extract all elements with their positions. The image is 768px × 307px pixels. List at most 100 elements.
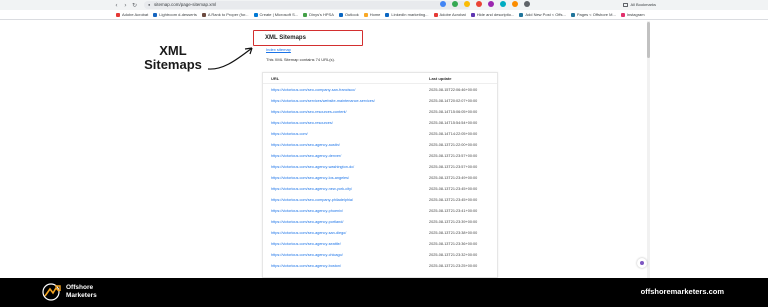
extension-icons: [440, 1, 530, 7]
sitemap-summary: This XML Sitemap contains 74 URL(s).: [266, 57, 335, 62]
address-bar[interactable]: ● sitemap.com/page-sitemap.xml: [144, 1, 470, 9]
bookmark-item[interactable]: Adobe Acrobat: [116, 12, 148, 17]
row-url-link[interactable]: https://victorious.com/seo-agency-seattl…: [263, 242, 423, 246]
row-url-link[interactable]: https://victorious.com/seo-agency-austin…: [263, 143, 423, 147]
extension-icon[interactable]: [452, 1, 458, 7]
extension-icon[interactable]: [500, 1, 506, 7]
row-last-update: 2025-08-13T21:23:32+00:00: [429, 252, 478, 257]
row-url-link[interactable]: https://victorious.com/seo-agency-washin…: [263, 165, 423, 169]
bookmark-label: Instagram: [626, 12, 645, 17]
extension-icon[interactable]: [524, 1, 530, 7]
bookmark-item[interactable]: Instagram: [620, 12, 645, 17]
bookmark-favicon-icon: [433, 12, 438, 17]
extension-icon[interactable]: [476, 1, 482, 7]
brand-line-2: Marketers: [66, 292, 97, 299]
bookmark-favicon-icon: [363, 12, 368, 17]
row-url-link[interactable]: https://victorious.com/seo-company-san-f…: [263, 88, 423, 92]
bookmark-item[interactable]: Lightroom d-desserts: [153, 12, 197, 17]
bookmark-item[interactable]: LinkedIn marketing...: [385, 12, 429, 17]
row-url-link[interactable]: https://victorious.com/seo-agency-new-yo…: [263, 187, 423, 191]
bookmark-item[interactable]: Adobe Acrobat: [433, 12, 466, 17]
bookmark-label: A Rank to Proper (for...: [207, 12, 249, 17]
folder-icon: [623, 2, 629, 7]
assistant-button[interactable]: [637, 258, 647, 268]
row-url-link[interactable]: https://victorious.com/services/website-…: [263, 99, 423, 103]
bookmark-item[interactable]: Home: [363, 12, 381, 17]
table-row: https://victorious.com/seo-agency-austin…: [263, 139, 497, 150]
row-url-link[interactable]: https://victorious.com/seo-agency-chicag…: [263, 253, 423, 257]
row-url-link[interactable]: https://victorious.com/seo-agency-los-an…: [263, 176, 423, 180]
callout-line-1: XML: [159, 43, 187, 58]
index-sitemap-link[interactable]: Index sitemap: [266, 47, 291, 52]
extension-icon[interactable]: [488, 1, 494, 7]
row-url-link[interactable]: https://victorious.com/seo-resources-con…: [263, 110, 423, 114]
row-last-update: 2025-08-13T21:23:25+00:00: [429, 263, 478, 268]
bookmark-label: Pages < Offshore M...: [576, 12, 616, 17]
bookmark-item[interactable]: Create | Microsoft S...: [253, 12, 299, 17]
column-header-url: URL: [271, 75, 280, 81]
bookmark-label: Dinys's HPSA: [309, 12, 334, 17]
table-row: https://victorious.com/seo-agency-phoeni…: [263, 205, 497, 216]
all-bookmarks-label: All Bookmarks: [630, 2, 656, 7]
table-row: https://victorious.com/seo-agency-washin…: [263, 161, 497, 172]
bookmark-label: Hide and descriptio...: [476, 12, 515, 17]
extension-icon[interactable]: [464, 1, 470, 7]
bookmark-item[interactable]: Pages < Offshore M...: [570, 12, 616, 17]
row-url-link[interactable]: https://victorious.com/seo-agency-san-di…: [263, 231, 423, 235]
table-row: https://victorious.com/seo-agency-chicag…: [263, 249, 497, 260]
callout-line-2: Sitemaps: [144, 57, 202, 72]
row-url-link[interactable]: https://victorious.com/seo-company-phila…: [263, 198, 423, 202]
reload-icon[interactable]: ↻: [130, 2, 139, 9]
forward-icon[interactable]: ›: [121, 2, 130, 9]
extension-icon[interactable]: [440, 1, 446, 7]
table-row: https://victorious.com/seo-resources-con…: [263, 106, 497, 117]
row-url-link[interactable]: https://victorious.com/: [263, 132, 423, 136]
bookmark-favicon-icon: [338, 12, 343, 17]
bookmark-label: Outlook: [344, 12, 359, 17]
bookmark-favicon-icon: [519, 12, 524, 17]
bookmark-item[interactable]: Hide and descriptio...: [470, 12, 515, 17]
callout-arrow-icon: [207, 47, 253, 70]
row-last-update: 2025-08-13T21:23:38+00:00: [429, 230, 478, 235]
table-body: https://victorious.com/seo-company-san-f…: [263, 84, 497, 271]
page-title: XML Sitemaps: [265, 35, 306, 41]
bookmark-label: Create | Microsoft S...: [259, 12, 299, 17]
row-url-link[interactable]: https://victorious.com/seo-agency-denver…: [263, 154, 423, 158]
scrollbar-track[interactable]: [647, 21, 650, 278]
bookmark-item[interactable]: Add New Post < Offs...: [519, 12, 566, 17]
scrollbar-thumb[interactable]: [647, 22, 650, 58]
screenshot-frame: ‹ › ↻ ● sitemap.com/page-sitemap.xml Ado…: [0, 0, 768, 307]
xml-sitemaps-callout: XML Sitemaps: [138, 44, 208, 72]
table-row: https://victorious.com/seo-agency-seattl…: [263, 238, 497, 249]
all-bookmarks[interactable]: All Bookmarks: [623, 2, 656, 7]
footer-brand: Offshore Marketers: [66, 284, 97, 300]
brand-line-1: Offshore: [66, 284, 94, 291]
bookmark-item[interactable]: Outlook: [338, 12, 359, 17]
row-url-link[interactable]: https://victorious.com/seo-agency-phoeni…: [263, 209, 423, 213]
extension-icon[interactable]: [512, 1, 518, 7]
bookmark-label: Home: [369, 12, 381, 17]
table-row: https://victorious.com/seo-company-san-f…: [263, 84, 497, 95]
row-url-link[interactable]: https://victorious.com/seo-agency-boston…: [263, 264, 423, 268]
back-icon[interactable]: ‹: [112, 2, 121, 9]
bookmark-label: Lightroom d-desserts: [159, 12, 197, 17]
row-url-link[interactable]: https://victorious.com/seo-agency-portla…: [263, 220, 423, 224]
table-header: URL Last update: [263, 73, 497, 84]
bookmark-item[interactable]: Dinys's HPSA: [303, 12, 334, 17]
bookmark-label: Adobe Acrobat: [439, 12, 466, 17]
footer-website[interactable]: offshoremarketers.com: [641, 287, 724, 296]
bookmark-item[interactable]: A Rank to Proper (for...: [201, 12, 249, 17]
row-last-update: 2025-08-15T22:06:46+00:00: [429, 87, 478, 92]
row-last-update: 2025-08-13T21:23:36+00:00: [429, 241, 478, 246]
table-row: https://victorious.com/seo-resources/202…: [263, 117, 497, 128]
row-last-update: 2025-08-14T15:54:54+00:00: [429, 120, 478, 125]
bookmark-label: Adobe Acrobat: [122, 12, 149, 17]
lock-icon: ●: [148, 2, 151, 7]
row-url-link[interactable]: https://victorious.com/seo-resources/: [263, 121, 423, 125]
bookmarks-bar: Adobe Acrobat Lightroom d-desserts A Rank …: [0, 10, 768, 20]
offshore-marketers-logo-icon: [42, 283, 61, 301]
row-last-update: 2025-08-14T20:02:07+00:00: [429, 98, 478, 103]
bookmark-label: LinkedIn marketing...: [391, 12, 429, 17]
row-last-update: 2025-08-13T21:22:00+00:00: [429, 142, 478, 147]
row-last-update: 2025-08-13T21:23:57+00:00: [429, 153, 478, 158]
